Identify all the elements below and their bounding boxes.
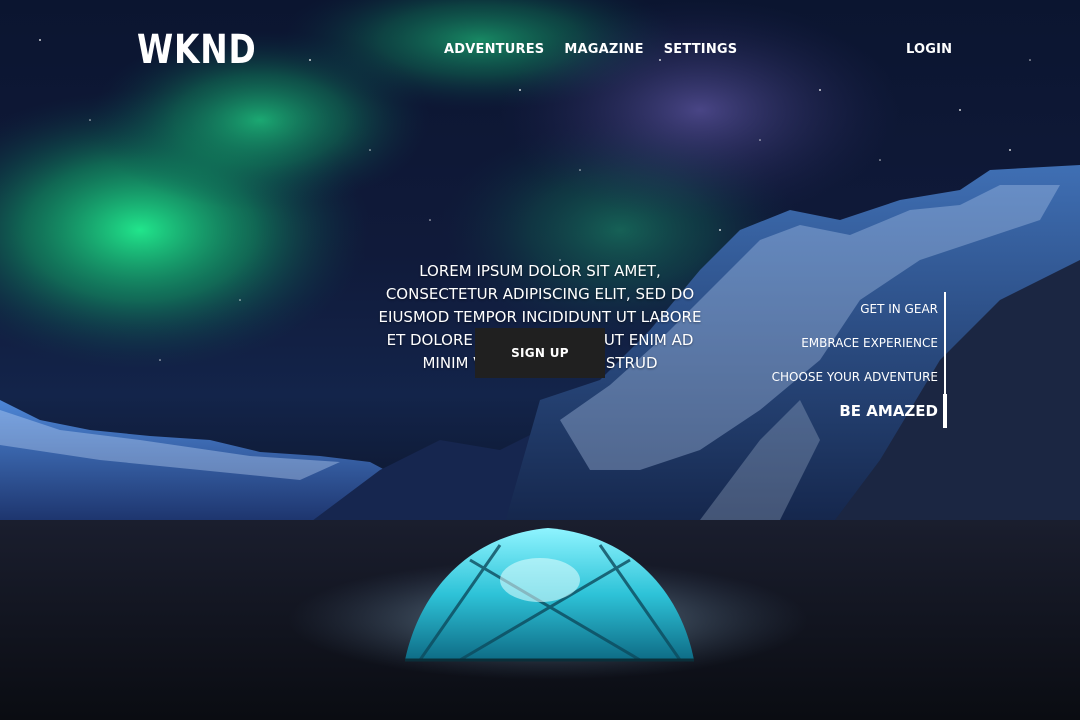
nav-magazine[interactable]: MAGAZINE xyxy=(564,42,643,57)
side-nav-choose-your-adventure[interactable]: CHOOSE YOUR ADVENTURE xyxy=(772,370,938,384)
login-link[interactable]: LOGIN xyxy=(906,42,952,57)
nav-adventures[interactable]: ADVENTURES xyxy=(444,42,544,57)
hero-section: WKND ADVENTURES MAGAZINE SETTINGS LOGIN … xyxy=(0,0,1080,720)
side-nav-be-amazed[interactable]: BE AMAZED xyxy=(839,402,938,420)
sign-up-button[interactable]: SIGN UP xyxy=(475,328,605,378)
side-nav-get-in-gear[interactable]: GET IN GEAR xyxy=(860,302,938,316)
side-nav-embrace-experience[interactable]: EMBRACE EXPERIENCE xyxy=(801,336,938,350)
nav-settings[interactable]: SETTINGS xyxy=(664,42,738,57)
main-nav: ADVENTURES MAGAZINE SETTINGS xyxy=(444,42,737,57)
wknd-logo[interactable]: WKND xyxy=(137,28,257,72)
side-nav-active-indicator xyxy=(943,394,947,428)
